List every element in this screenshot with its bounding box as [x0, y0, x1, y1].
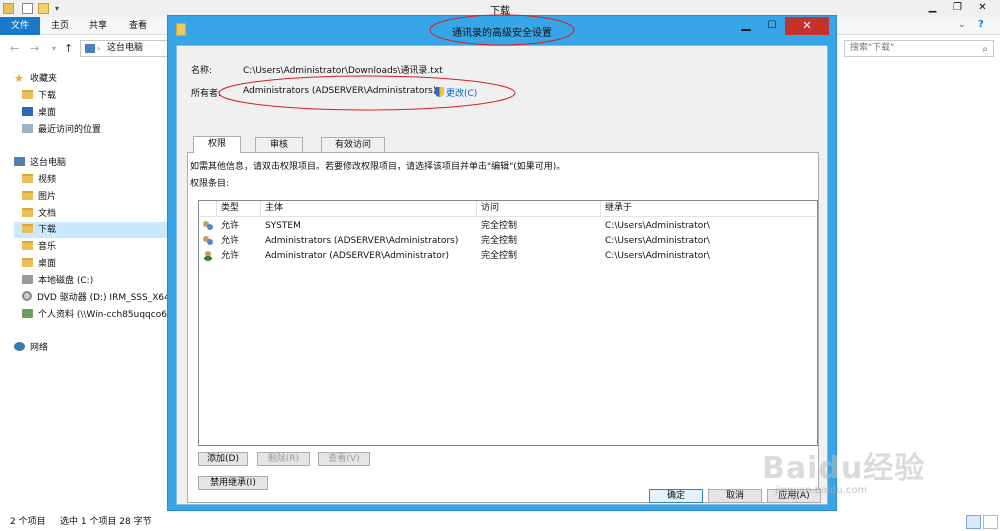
cancel-button[interactable]: 取消 — [708, 489, 762, 503]
name-value: C:\Users\Administrator\Downloads\通讯录.txt — [243, 66, 443, 76]
computer-icon — [85, 44, 95, 53]
tab-effective-access[interactable]: 有效访问 — [321, 137, 385, 152]
close-button[interactable]: ✕ — [970, 0, 995, 15]
nav-fav-downloads[interactable]: 下载 — [22, 88, 56, 104]
column-header-type[interactable]: 类型 — [217, 201, 261, 217]
videos-folder-icon — [22, 174, 33, 183]
owner-label: 所有者: — [191, 89, 222, 99]
table-row[interactable]: 允许 SYSTEM 完全控制 C:\Users\Administrator\ — [199, 218, 817, 234]
tab-permissions[interactable]: 权限 — [193, 136, 241, 153]
column-header-access[interactable]: 访问 — [477, 201, 601, 217]
documents-folder-icon — [22, 208, 33, 217]
name-label: 名称: — [191, 66, 213, 76]
status-bar: 2 个项目 选中 1 个项目 28 字节 — [0, 514, 1000, 531]
users-group-icon — [203, 221, 213, 231]
search-placeholder: 搜索"下载" — [850, 43, 895, 53]
forward-arrow-icon[interactable]: → — [30, 42, 39, 55]
music-folder-icon — [22, 241, 33, 250]
expand-ribbon-icon[interactable]: ⌄ — [958, 20, 966, 30]
nav-favorites[interactable]: ★ 收藏夹 — [14, 71, 57, 87]
maximize-button[interactable]: ❐ — [945, 0, 970, 15]
disable-inheritance-button[interactable]: 禁用继承(I) — [198, 476, 268, 490]
remove-button[interactable]: 删除(R) — [257, 452, 310, 466]
entries-label: 权限条目: — [190, 179, 230, 189]
computer-icon — [14, 157, 25, 166]
uac-shield-icon — [435, 87, 444, 97]
nav-network-share[interactable]: 个人资料 (\\Win-cch85uqqco6) — [22, 307, 170, 323]
star-icon: ★ — [14, 72, 24, 85]
nav-fav-recent[interactable]: 最近访问的位置 — [22, 122, 101, 138]
item-count: 2 个项目 — [10, 517, 46, 527]
nav-downloads[interactable]: 下载 — [14, 222, 170, 238]
permission-entries-table[interactable]: 类型 主体 访问 继承于 允许 SYSTEM 完全控制 C:\Users\Adm… — [198, 200, 818, 446]
change-owner-link[interactable]: 更改(C) — [435, 86, 477, 99]
downloads-folder-icon — [22, 90, 33, 99]
dialog-close-button[interactable]: ✕ — [785, 17, 829, 35]
table-row[interactable]: 允许 Administrators (ADSERVER\Administrato… — [199, 233, 817, 249]
network-drive-icon — [22, 309, 33, 318]
details-view-button[interactable] — [966, 515, 981, 529]
users-group-icon — [203, 236, 213, 246]
info-text: 如需其他信息，请双击权限项目。若要修改权限项目，请选择该项目并单击"编辑"(如果… — [190, 162, 566, 172]
large-icons-view-button[interactable] — [983, 515, 998, 529]
dialog-body: 名称: C:\Users\Administrator\Downloads\通讯录… — [176, 45, 828, 505]
nav-music[interactable]: 音乐 — [22, 239, 56, 255]
dialog-minimize-button[interactable]: ▁ — [733, 17, 759, 35]
pictures-folder-icon — [22, 191, 33, 200]
nav-documents[interactable]: 文档 — [22, 206, 56, 222]
column-header-inherited[interactable]: 继承于 — [601, 201, 817, 217]
dvd-icon — [22, 291, 32, 301]
search-input[interactable]: 搜索"下载" ⌕ — [844, 40, 994, 57]
dialog-titlebar[interactable]: 通讯录的高级安全设置 ▁ ☐ ✕ — [168, 16, 836, 45]
owner-value: Administrators (ADSERVER\Administrators) — [243, 86, 437, 96]
recent-chevron-icon[interactable]: ▾ — [52, 44, 56, 53]
column-header-icon — [199, 201, 217, 217]
nav-desktop[interactable]: 桌面 — [22, 256, 56, 272]
nav-network[interactable]: 网络 — [14, 340, 48, 356]
ok-button[interactable]: 确定 — [649, 489, 703, 503]
back-arrow-icon[interactable]: ← — [10, 42, 19, 55]
user-icon — [203, 251, 213, 261]
view-button[interactable]: 查看(V) — [318, 452, 370, 466]
downloads-folder-icon — [22, 224, 33, 233]
nav-this-pc[interactable]: 这台电脑 — [14, 155, 66, 171]
desktop-folder-icon — [22, 258, 33, 267]
disk-icon — [22, 275, 33, 284]
nav-pictures[interactable]: 图片 — [22, 189, 56, 205]
tab-view[interactable]: 查看 — [118, 17, 158, 35]
search-icon[interactable]: ⌕ — [982, 42, 988, 57]
tab-home[interactable]: 主页 — [42, 17, 78, 35]
address-text: 这台电脑 — [107, 43, 144, 53]
table-row[interactable]: 允许 Administrator (ADSERVER\Administrator… — [199, 248, 817, 264]
permissions-panel: 如需其他信息，请双击权限项目。若要修改权限项目，请选择该项目并单击"编辑"(如果… — [187, 152, 819, 503]
tab-share[interactable]: 共享 — [80, 17, 116, 35]
address-bar[interactable]: › 这台电脑 — [80, 40, 170, 57]
breadcrumb-chevron-icon: › — [97, 44, 101, 53]
navigation-pane: ★ 收藏夹 下载 桌面 最近访问的位置 这台电脑 视频 图片 文档 下载 音乐 桌… — [0, 68, 175, 513]
minimize-button[interactable]: ▁ — [920, 0, 945, 15]
nav-dvd-drive[interactable]: DVD 驱动器 (D:) IRM_SSS_X64F — [22, 290, 175, 306]
watermark-url: jingyan.baidu.com — [775, 485, 868, 496]
column-header-principal[interactable]: 主体 — [261, 201, 477, 217]
up-arrow-icon[interactable]: ↑ — [64, 42, 73, 55]
add-button[interactable]: 添加(D) — [198, 452, 248, 466]
nav-videos[interactable]: 视频 — [22, 172, 56, 188]
desktop-icon — [22, 107, 33, 116]
tab-file[interactable]: 文件 — [0, 17, 40, 35]
network-icon — [14, 342, 25, 351]
selection-info: 选中 1 个项目 28 字节 — [60, 517, 152, 527]
tab-auditing[interactable]: 审核 — [255, 137, 303, 152]
baidu-watermark: Baidu经验 — [762, 451, 926, 486]
advanced-security-dialog: 通讯录的高级安全设置 ▁ ☐ ✕ 名称: C:\Users\Administra… — [167, 15, 837, 511]
help-icon[interactable]: ? — [978, 19, 984, 30]
dialog-maximize-button[interactable]: ☐ — [759, 17, 785, 35]
nav-fav-desktop[interactable]: 桌面 — [22, 105, 56, 121]
nav-local-disk[interactable]: 本地磁盘 (C:) — [22, 273, 93, 289]
recent-places-icon — [22, 124, 33, 133]
